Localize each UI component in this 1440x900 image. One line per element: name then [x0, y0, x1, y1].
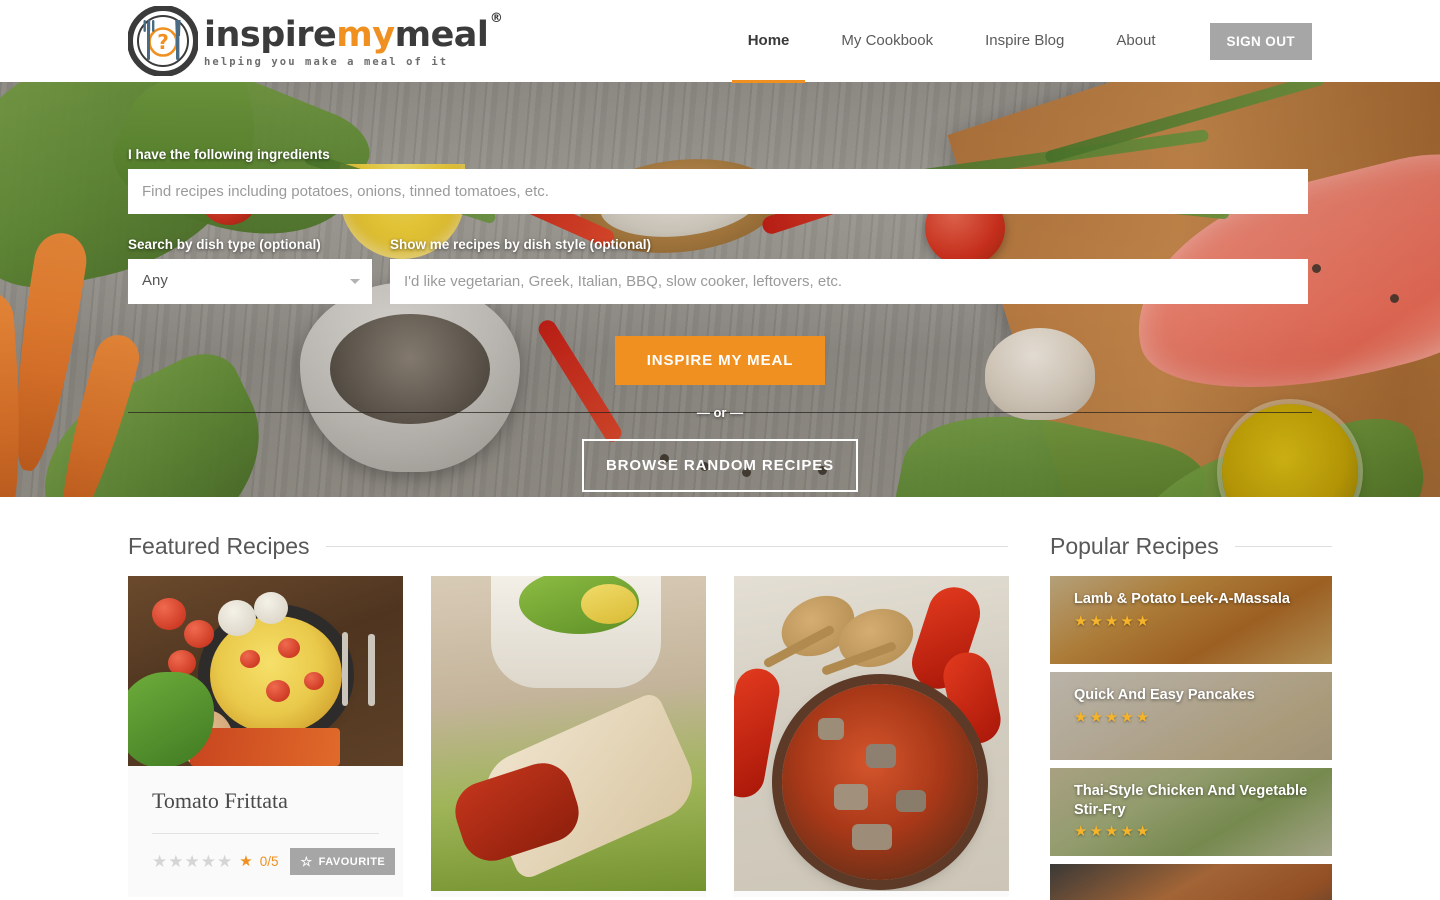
star-icon: ★	[1104, 823, 1119, 841]
popular-section-header: Popular Recipes	[1050, 497, 1332, 576]
popular-recipe-title: Quick And Easy Pancakes	[1074, 687, 1255, 703]
ingredients-input[interactable]	[128, 169, 1308, 214]
registered-mark: ®	[489, 11, 503, 26]
or-label: — or —	[696, 405, 744, 420]
popular-recipe-item[interactable]	[1050, 864, 1332, 900]
star-icon[interactable]: ★	[217, 853, 232, 870]
featured-cards-row: Tomato Frittata ★ ★ ★ ★ ★ ★ 0/5 ☆ FAVOUR…	[128, 576, 1009, 897]
nav-item-about[interactable]: About	[1116, 32, 1155, 51]
popular-rating-stars: ★ ★ ★ ★ ★	[1074, 710, 1312, 725]
star-icon: ★	[1089, 823, 1103, 841]
star-icon: ★	[1089, 708, 1103, 726]
star-icon: ★	[1074, 708, 1088, 726]
recipe-image-beef-pepper-stew[interactable]	[734, 576, 1009, 891]
hero-search-section: I have the following ingredients Search …	[0, 82, 1440, 497]
logo-word-my: my	[336, 15, 395, 55]
inspire-my-meal-button[interactable]: INSPIRE MY MEAL	[614, 336, 826, 385]
star-icon: ★	[1074, 612, 1088, 630]
plate-fork-knife-question-icon: ?	[127, 5, 199, 77]
featured-recipes-section: Featured Recipes Tomato Frittata ★ ★ ★ ★…	[128, 497, 1009, 900]
recipe-title: Tomato Frittata	[152, 788, 288, 813]
popular-recipes-section: Popular Recipes Lamb & Potato Leek-A-Mas…	[1050, 497, 1332, 900]
or-divider: — or —	[128, 404, 1312, 420]
popular-recipe-title: Lamb & Potato Leek-A-Massala	[1074, 591, 1290, 607]
popular-section-title: Popular Recipes	[1050, 533, 1219, 559]
dish-type-select[interactable]: Any	[128, 259, 372, 304]
browse-random-recipes-button[interactable]: BROWSE RANDOM RECIPES	[581, 439, 859, 492]
star-icon: ★	[1135, 823, 1150, 841]
logo-wordmark: inspiremymeal ®	[204, 12, 503, 55]
popular-rating-stars: ★ ★ ★ ★ ★	[1074, 614, 1312, 629]
rating-stars[interactable]: ★ ★ ★ ★ ★	[152, 853, 232, 870]
half-star-icon: ★	[239, 853, 253, 870]
popular-recipes-list: Lamb & Potato Leek-A-Massala ★ ★ ★ ★ ★ Q…	[1050, 576, 1332, 900]
nav-item-home[interactable]: Home	[731, 32, 805, 83]
star-icon: ★	[1135, 612, 1150, 630]
featured-recipe-card[interactable]	[734, 576, 1009, 897]
chevron-down-icon	[350, 279, 360, 284]
star-icon: ★	[1089, 612, 1103, 630]
site-logo[interactable]: ? inspiremymeal ® helping you make a mea…	[127, 5, 503, 77]
favourite-button[interactable]: ☆ FAVOURITE	[290, 848, 396, 875]
logo-word-meal: meal	[394, 15, 489, 55]
main-navigation: Home My Cookbook Inspire Blog About SIGN…	[722, 0, 1312, 83]
star-icon[interactable]: ★	[185, 853, 200, 870]
star-icon: ★	[1120, 708, 1134, 726]
section-divider	[325, 546, 1008, 547]
recipe-image-burrito-wrap[interactable]	[431, 576, 706, 891]
star-icon[interactable]: ★	[168, 853, 183, 870]
logo-tagline: helping you make a meal of it	[204, 56, 449, 68]
popular-recipe-item[interactable]: Thai-Style Chicken And Vegetable Stir-Fr…	[1050, 768, 1332, 856]
main-content: Featured Recipes Tomato Frittata ★ ★ ★ ★…	[0, 497, 1440, 900]
featured-section-header: Featured Recipes	[128, 497, 1008, 576]
popular-recipe-item[interactable]: Quick And Easy Pancakes ★ ★ ★ ★ ★	[1050, 672, 1332, 760]
star-icon: ★	[1135, 708, 1150, 726]
recipe-rating-row: ★ ★ ★ ★ ★ ★ 0/5 ☆ FAVOURITE	[152, 848, 396, 897]
card-divider	[152, 833, 379, 834]
dish-type-selected-value: Any	[142, 272, 168, 289]
ingredients-label: I have the following ingredients	[128, 147, 330, 162]
star-icon[interactable]: ★	[152, 853, 167, 870]
popular-recipe-title: Thai-Style Chicken And Vegetable Stir-Fr…	[1074, 783, 1308, 818]
star-icon: ★	[1120, 612, 1134, 630]
dish-style-label: Show me recipes by dish style (optional)	[390, 237, 652, 252]
nav-item-inspire-blog[interactable]: Inspire Blog	[985, 32, 1064, 51]
svg-text:?: ?	[157, 30, 169, 54]
site-header: ? inspiremymeal ® helping you make a mea…	[0, 0, 1440, 83]
popular-rating-stars: ★ ★ ★ ★ ★	[1074, 824, 1312, 839]
section-divider	[1234, 546, 1332, 547]
star-icon[interactable]: ★	[201, 853, 216, 870]
star-icon: ★	[1074, 823, 1088, 841]
star-icon: ★	[1104, 708, 1119, 726]
star-icon: ★	[1104, 612, 1119, 630]
recipe-image-tomato-frittata[interactable]	[128, 576, 403, 766]
rating-score: 0/5	[259, 854, 279, 869]
sign-out-button[interactable]: SIGN OUT	[1209, 22, 1312, 60]
featured-section-title: Featured Recipes	[128, 533, 310, 559]
logo-word-inspire: inspire	[204, 15, 337, 55]
star-icon: ★	[1120, 823, 1134, 841]
favourite-button-label: FAVOURITE	[318, 855, 386, 868]
featured-recipe-card[interactable]: Tomato Frittata ★ ★ ★ ★ ★ ★ 0/5 ☆ FAVOUR…	[128, 576, 403, 897]
featured-recipe-card[interactable]	[431, 576, 706, 897]
popular-recipe-item[interactable]: Lamb & Potato Leek-A-Massala ★ ★ ★ ★ ★	[1050, 576, 1332, 664]
star-outline-icon: ☆	[300, 854, 313, 869]
nav-item-my-cookbook[interactable]: My Cookbook	[841, 32, 933, 51]
dish-type-label: Search by dish type (optional)	[128, 237, 321, 252]
dish-style-input[interactable]	[390, 259, 1308, 304]
